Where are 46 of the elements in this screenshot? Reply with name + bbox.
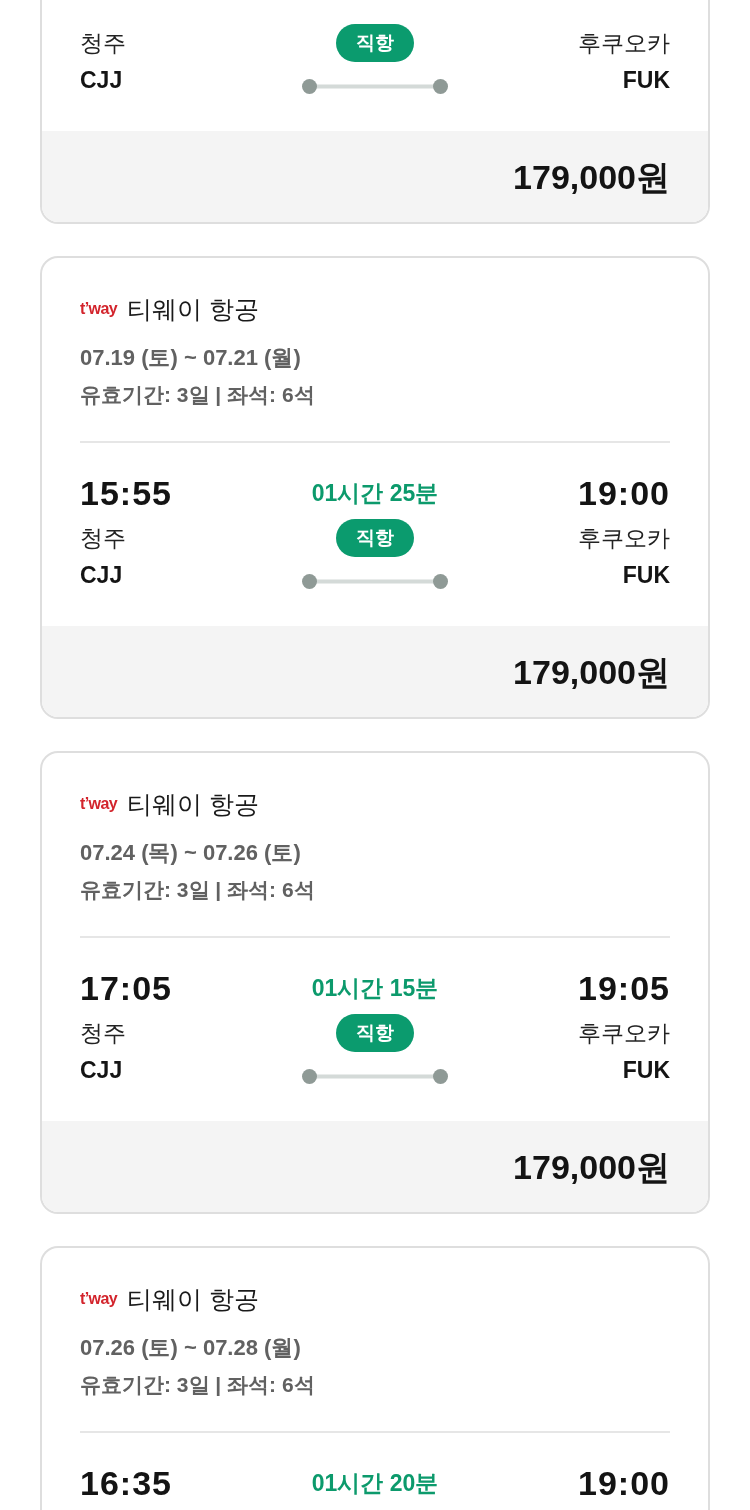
route-line-icon — [302, 1069, 448, 1084]
arrival-time: 19:00 — [578, 473, 670, 513]
departure-time: 15:55 — [80, 473, 172, 513]
arrival-time: 19:00 — [578, 1463, 670, 1503]
departure-airport-code: CJJ — [80, 560, 123, 589]
travel-dates: 07.19 (토) ~ 07.21 (월) — [80, 344, 302, 372]
departure-city: 청주 — [80, 1019, 126, 1047]
flight-card[interactable]: t’way 티웨이 항공 07.26 (토) ~ 07.28 (월) 유효기간: 3일 | 좌석: 6석 16:35 01시간 20분 19:00 — [40, 1246, 710, 1510]
arrival-airport-code: FUK — [622, 560, 670, 589]
route-line-icon — [302, 574, 448, 589]
route-line-icon — [302, 79, 448, 94]
departure-time: 17:05 — [80, 968, 172, 1008]
arrival-time: 19:05 — [578, 968, 670, 1008]
airline-name: 티웨이 항공 — [127, 789, 259, 819]
airline-logo: t’way — [80, 794, 118, 814]
arrival-airport-code: FUK — [622, 1055, 670, 1084]
flight-card[interactable]: t’way 티웨이 항공 07.24 (목) ~ 07.26 (토) 유효기간: 3일 | 좌석: 6석 17:05 01시간 15분 19:05 청주 직항 후쿠오카 CJJ FUK 179,000원 — [40, 751, 710, 1214]
arrival-airport-code: FUK — [622, 65, 670, 94]
direct-flight-badge: 직항 — [336, 519, 414, 557]
airline-logo: t’way — [80, 1289, 118, 1309]
price: 179,000원 — [513, 653, 670, 691]
airline-name: 티웨이 항공 — [127, 294, 259, 324]
price: 179,000원 — [513, 158, 670, 196]
arrival-city: 후쿠오카 — [578, 29, 670, 57]
departure-city: 청주 — [80, 29, 126, 57]
arrival-city: 후쿠오카 — [578, 1019, 670, 1047]
airline-logo: t’way — [80, 299, 118, 319]
departure-city: 청주 — [80, 524, 126, 552]
airline-name: 티웨이 항공 — [127, 1284, 259, 1314]
departure-airport-code: CJJ — [80, 1055, 123, 1084]
validity-info: 유효기간: 3일 | 좌석: 6석 — [80, 382, 316, 408]
departure-time: 16:35 — [80, 1463, 172, 1503]
flight-card[interactable]: t’way 티웨이 항공 07.19 (토) ~ 07.21 (월) 유효기간: 3일 | 좌석: 6석 15:55 01시간 25분 19:00 청주 직항 후쿠오카 CJJ FUK 179,000원 — [40, 256, 710, 719]
flight-card[interactable]: 청주 직항 후쿠오카 CJJ FUK 179,000원 — [40, 0, 710, 224]
flight-duration: 01시간 20분 — [311, 1469, 439, 1498]
travel-dates: 07.24 (목) ~ 07.26 (토) — [80, 839, 302, 867]
flight-duration: 01시간 15분 — [311, 974, 439, 1003]
validity-info: 유효기간: 3일 | 좌석: 6석 — [80, 1372, 316, 1398]
direct-flight-badge: 직항 — [336, 1014, 414, 1052]
flight-duration: 01시간 25분 — [311, 479, 439, 508]
direct-flight-badge: 직항 — [336, 24, 414, 62]
travel-dates: 07.26 (토) ~ 07.28 (월) — [80, 1334, 302, 1362]
validity-info: 유효기간: 3일 | 좌석: 6석 — [80, 877, 316, 903]
price: 179,000원 — [513, 1148, 670, 1186]
arrival-city: 후쿠오카 — [578, 524, 670, 552]
departure-airport-code: CJJ — [80, 65, 123, 94]
